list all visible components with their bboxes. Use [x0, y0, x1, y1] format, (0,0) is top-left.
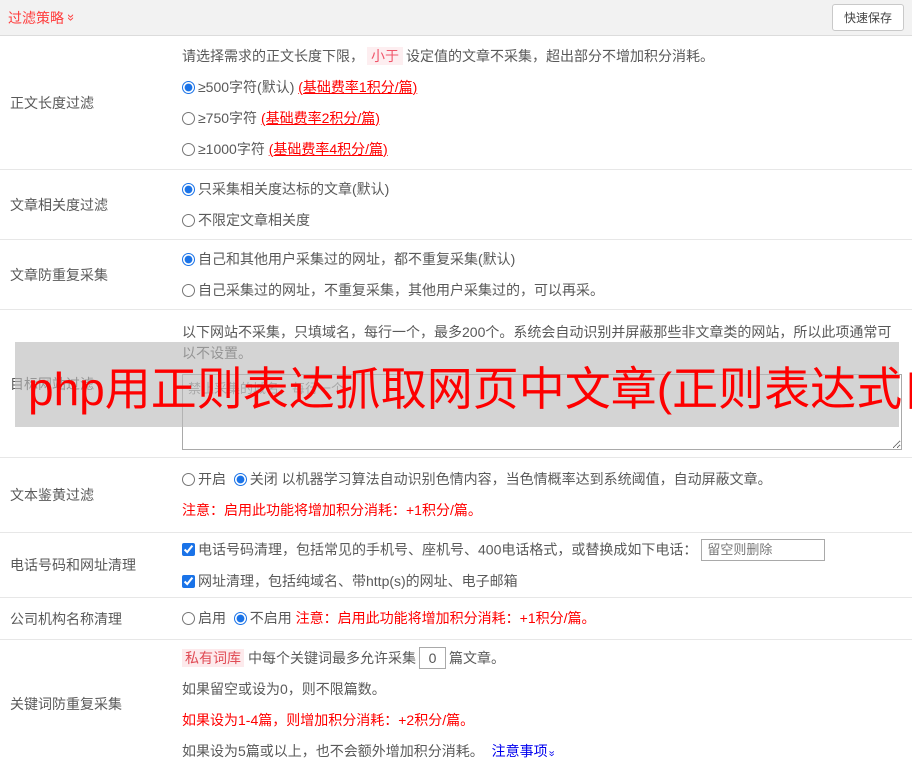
row-label: 正文长度过滤	[10, 94, 94, 111]
phone-cleanup-line: 电话号码清理，包括常见的手机号、座机号、400电话格式，或替换成如下电话：	[182, 538, 906, 561]
radio-relevance-strict[interactable]	[182, 182, 195, 196]
fee-note: (基础费率2积分/篇)	[260, 109, 380, 126]
checkbox-phone-cleanup[interactable]	[182, 543, 195, 556]
notice-link[interactable]: 注意事项»	[492, 743, 558, 759]
radio-750-chars[interactable]	[182, 111, 195, 125]
keyword-note-5plus: 如果设为5篇或以上，也不会额外增加积分消耗。 注意事项»	[182, 742, 558, 759]
radio-dedup-self-only[interactable]	[182, 283, 195, 297]
row-company-name-cleanup: 公司机构名称清理 启用 不启用 注意：启用此功能将增加积分消耗：+1积分/篇。	[0, 598, 912, 640]
row-label: 电话号码和网址清理	[10, 557, 136, 573]
radio-company-off[interactable]	[233, 612, 247, 625]
max-articles-input[interactable]	[419, 646, 446, 669]
radio-dedup-all-users[interactable]	[182, 252, 195, 266]
radio-porn-off[interactable]	[233, 473, 247, 486]
length-desc: 请选择需求的正文长度下限， 小于 设定值的文章不采集，超出部分不增加积分消耗。	[182, 46, 714, 65]
checkbox-url-cleanup[interactable]	[182, 574, 195, 588]
keyword-note-unlimited: 如果留空或设为0，则不限篇数。	[182, 680, 386, 697]
row-keyword-dedup: 关键词防重复采集 私有词库中每个关键词最多允许采集篇文章。 如果留空或设为0，则…	[0, 640, 912, 768]
row-dedup-collection: 文章防重复采集 自己和其他用户采集过的网址，都不重复采集(默认) 自己采集过的网…	[0, 240, 912, 310]
porn-filter-note: 注意：启用此功能将增加积分消耗：+1积分/篇。	[182, 502, 482, 518]
less-than-highlight: 小于	[367, 46, 403, 65]
radio-porn-on[interactable]	[182, 473, 195, 486]
length-option-1000: ≥1000字符 (基础费率4积分/篇)	[182, 139, 906, 160]
row-text-length-filter: 正文长度过滤 请选择需求的正文长度下限， 小于 设定值的文章不采集，超出部分不增加积…	[0, 36, 912, 170]
filter-strategy-page: 过滤策略 » 快速保存 正文长度过滤 请选择需求的正文长度下限， 小于 设定值的文章…	[0, 0, 912, 768]
company-cleanup-note: 注意：启用此功能将增加积分消耗：+1积分/篇。	[295, 610, 596, 626]
row-label: 公司机构名称清理	[10, 610, 122, 627]
row-label: 文本鉴黄过滤	[10, 487, 94, 503]
row-relevance-filter: 文章相关度过滤 只采集相关度达标的文章(默认) 不限定文章相关度	[0, 170, 912, 240]
header-bar: 过滤策略 » 快速保存	[0, 0, 912, 36]
page-title-text: 过滤策略	[8, 9, 64, 26]
row-phone-url-cleanup: 电话号码和网址清理 电话号码清理，包括常见的手机号、座机号、400电话格式，或替…	[0, 533, 912, 598]
dedup-option-self-only: 自己采集过的网址，不重复采集，其他用户采集过的，可以再采。	[182, 280, 906, 301]
length-option-750: ≥750字符 (基础费率2积分/篇)	[182, 108, 906, 129]
keyword-limit-line: 私有词库中每个关键词最多允许采集篇文章。	[182, 646, 906, 669]
row-label: 文章防重复采集	[10, 266, 108, 283]
url-cleanup-line: 网址清理，包括纯域名、带http(s)的网址、电子邮箱	[182, 571, 906, 592]
length-option-500: ≥500字符(默认) (基础费率1积分/篇)	[182, 77, 906, 98]
radio-500-chars[interactable]	[182, 80, 195, 94]
row-label: 文章相关度过滤	[10, 196, 108, 213]
row-label: 关键词防重复采集	[10, 696, 122, 712]
radio-1000-chars[interactable]	[182, 142, 195, 156]
double-chevron-down-icon: »	[545, 749, 558, 757]
relevance-option-strict: 只采集相关度达标的文章(默认)	[182, 179, 906, 200]
page-title[interactable]: 过滤策略 »	[8, 8, 80, 28]
relevance-option-any: 不限定文章相关度	[182, 210, 906, 231]
replacement-phone-input[interactable]	[701, 538, 826, 561]
double-chevron-down-icon: »	[64, 13, 80, 22]
radio-relevance-any[interactable]	[182, 213, 195, 227]
fee-note: (基础费率1积分/篇)	[298, 78, 418, 95]
private-thesaurus-badge: 私有词库	[182, 648, 244, 667]
fee-note: (基础费率4积分/篇)	[268, 140, 388, 157]
quick-save-button[interactable]: 快速保存	[831, 4, 904, 31]
watermark-title-text: php用正则表达抓取网页中文章(正则表达式自	[28, 363, 912, 415]
company-cleanup-options: 启用 不启用 注意：启用此功能将增加积分消耗：+1积分/篇。	[182, 608, 906, 629]
keyword-note-cost: 如果设为1-4篇，则增加积分消耗：+2积分/篇。	[182, 711, 475, 728]
porn-filter-options: 开启 关闭 以机器学习算法自动识别色情内容，当色情概率达到系统阈值，自动屏蔽文章…	[182, 469, 906, 490]
dedup-option-all-users: 自己和其他用户采集过的网址，都不重复采集(默认)	[182, 249, 906, 270]
row-porn-filter: 文本鉴黄过滤 开启 关闭 以机器学习算法自动识别色情内容，当色情概率达到系统阈值…	[0, 458, 912, 533]
radio-company-on[interactable]	[182, 612, 195, 625]
